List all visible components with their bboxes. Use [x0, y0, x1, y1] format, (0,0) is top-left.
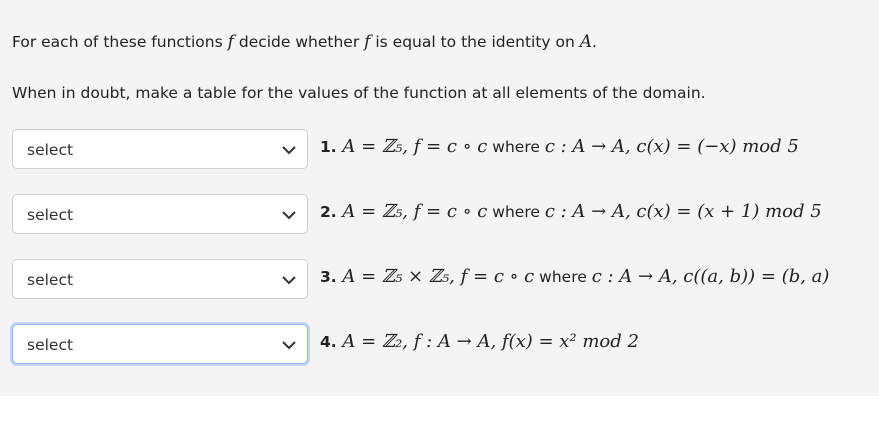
question-where: where [487, 138, 545, 156]
question-math: A = ℤ₅, f = c ∘ c [342, 136, 488, 157]
question-text-2: 2. A = ℤ₅, f = c ∘ c where c : A → A, c(… [320, 201, 822, 222]
question-text-4: 4. A = ℤ₂, f : A → A, f(x) = x² mod 2 [320, 331, 639, 352]
instruction-line-1: For each of these functions f decide whe… [12, 32, 597, 52]
chevron-down-icon [282, 341, 296, 350]
question-where: where [534, 268, 592, 286]
answer-select-3[interactable]: select [12, 259, 308, 299]
question-row-3: select 3. A = ℤ₅ × ℤ₅, f = c ∘ c where c… [12, 259, 872, 301]
question-row-2: select 2. A = ℤ₅, f = c ∘ c where c : A … [12, 194, 872, 236]
question-math: c : A → A, c(x) = (x + 1) mod 5 [544, 201, 822, 222]
question-math: c : A → A, c(x) = (−x) mod 5 [544, 136, 799, 157]
answer-select-2[interactable]: select [12, 194, 308, 234]
math-A: A [579, 32, 593, 52]
instruction-text: is equal to the identity on [370, 33, 580, 51]
instruction-text: decide whether [233, 33, 365, 51]
question-row-1: select 1. A = ℤ₅, f = c ∘ c where c : A … [12, 129, 872, 171]
question-math: A = ℤ₂, f : A → A, f(x) = x² mod 2 [342, 331, 639, 352]
question-math: A = ℤ₅ × ℤ₅, f = c ∘ c [342, 266, 535, 287]
select-value: select [27, 206, 74, 224]
question-math: A = ℤ₅, f = c ∘ c [342, 201, 488, 222]
select-value: select [27, 141, 74, 159]
answer-select-4[interactable]: select [12, 324, 308, 364]
question-row-4: select 4. A = ℤ₂, f : A → A, f(x) = x² m… [12, 324, 872, 366]
select-value: select [27, 336, 74, 354]
question-panel: For each of these functions f decide whe… [0, 0, 879, 396]
select-value: select [27, 271, 74, 289]
question-number: 1. [320, 138, 337, 156]
question-math: c : A → A, c((a, b)) = (b, a) [591, 266, 830, 287]
instruction-text: . [592, 33, 597, 51]
question-number: 2. [320, 203, 337, 221]
question-text-3: 3. A = ℤ₅ × ℤ₅, f = c ∘ c where c : A → … [320, 266, 829, 287]
answer-select-1[interactable]: select [12, 129, 308, 169]
question-text-1: 1. A = ℤ₅, f = c ∘ c where c : A → A, c(… [320, 136, 799, 157]
question-number: 3. [320, 268, 337, 286]
chevron-down-icon [282, 276, 296, 285]
instruction-line-2: When in doubt, make a table for the valu… [12, 84, 706, 102]
chevron-down-icon [282, 146, 296, 155]
instruction-text: For each of these functions [12, 33, 228, 51]
chevron-down-icon [282, 211, 296, 220]
question-number: 4. [320, 333, 337, 351]
question-where: where [487, 203, 545, 221]
